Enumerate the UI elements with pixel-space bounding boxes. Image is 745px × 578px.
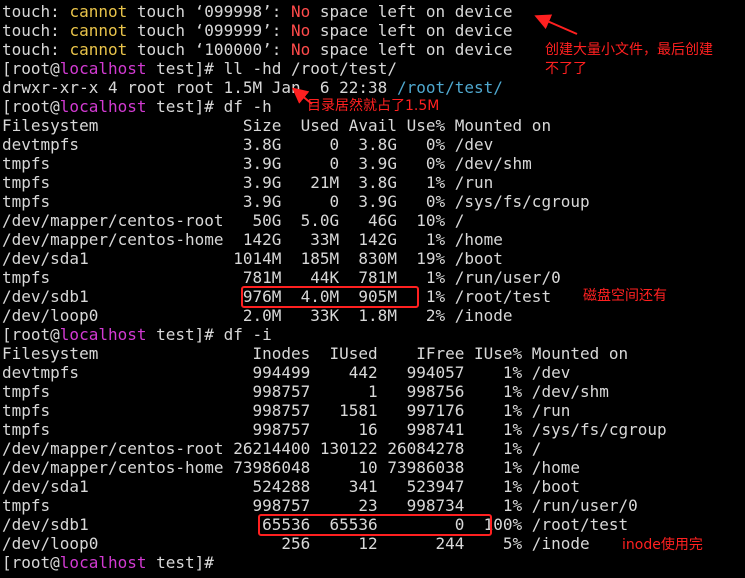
arrow-to-no-space [534,14,578,35]
arrow-to-dir-size [291,87,313,105]
annotation-arrows [291,14,578,105]
